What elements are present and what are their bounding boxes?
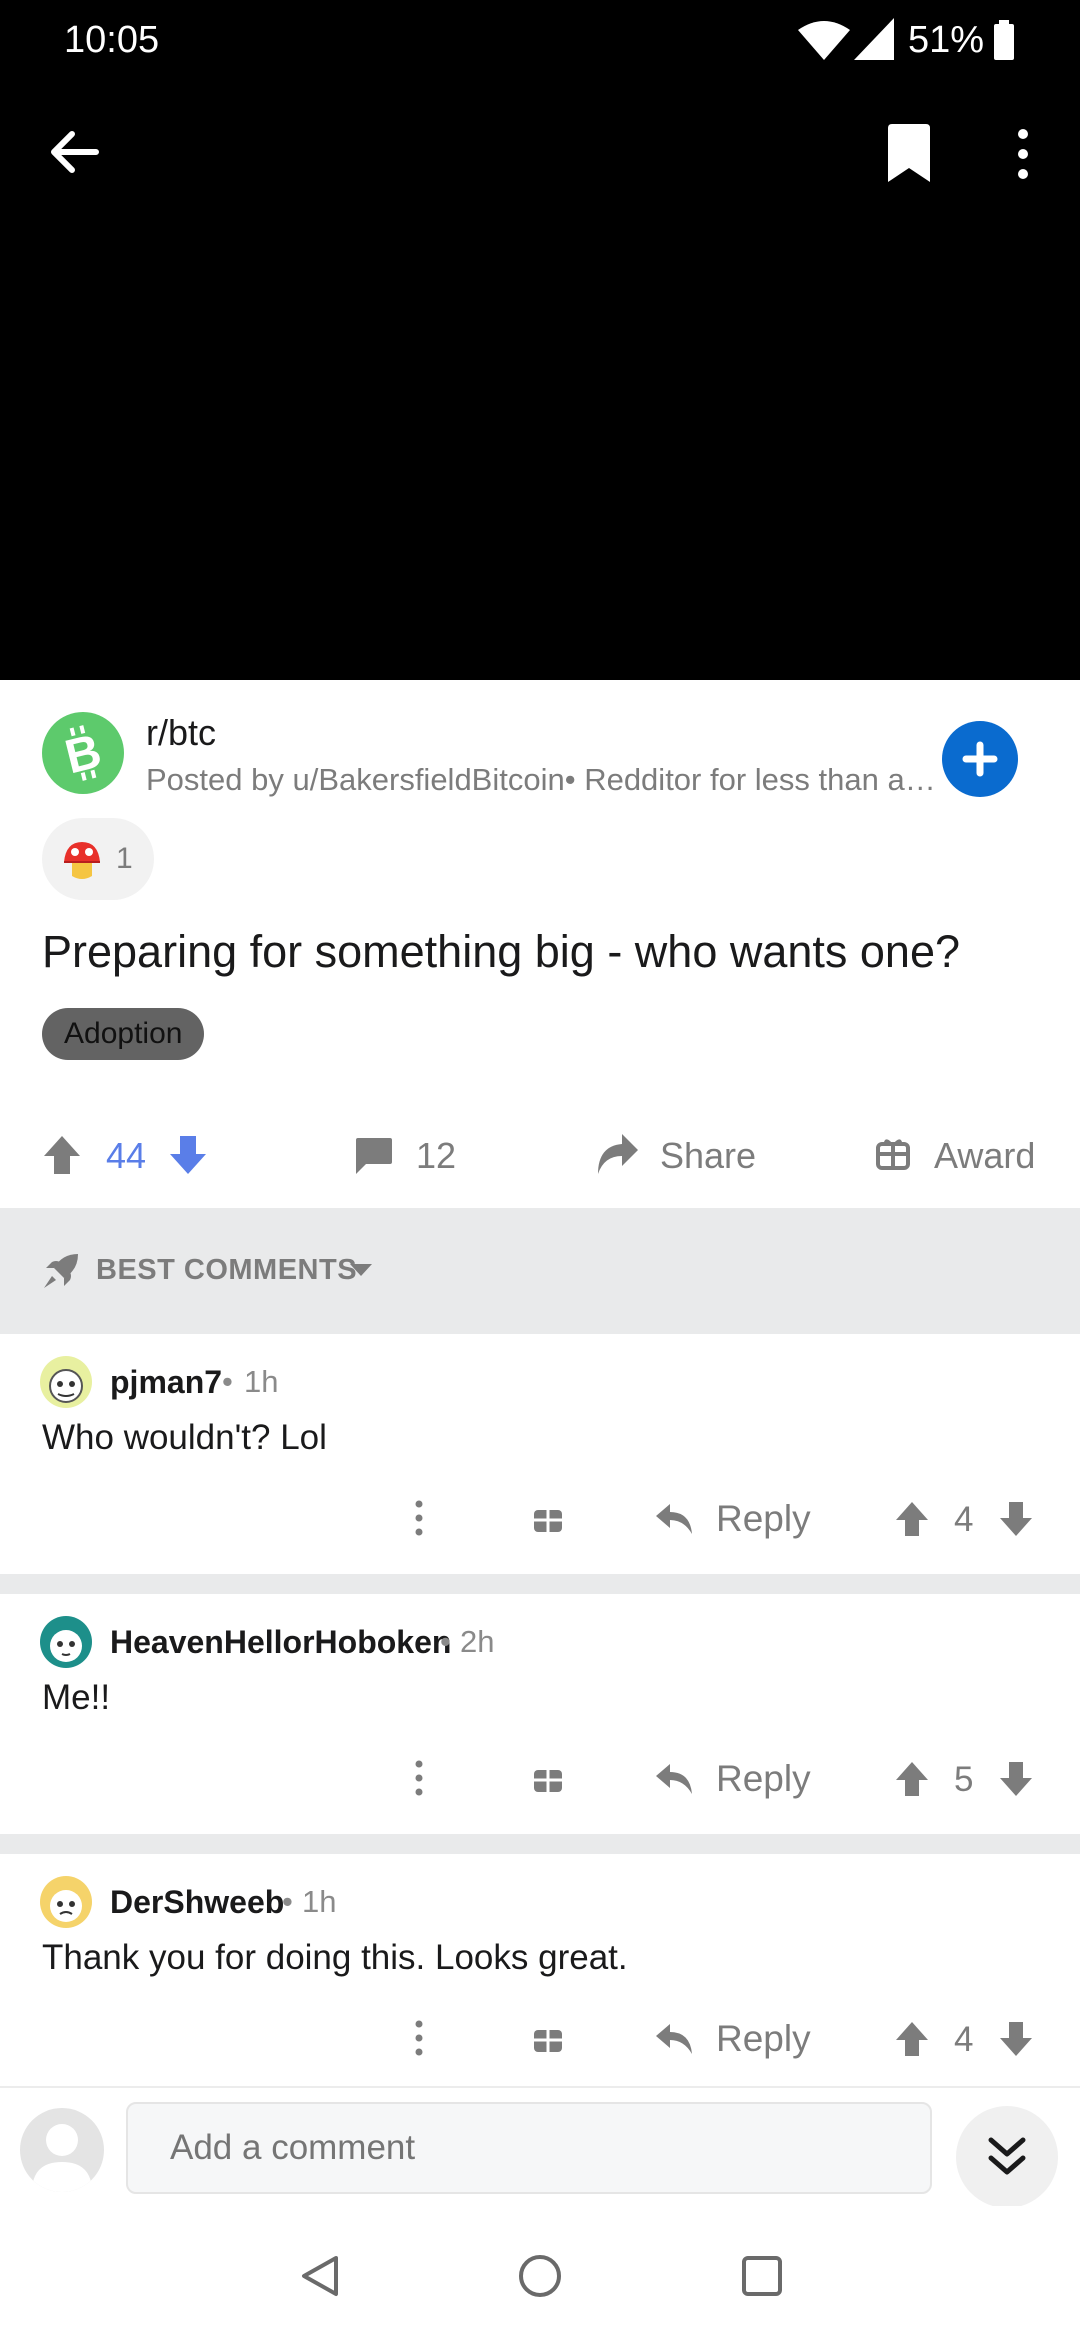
comment-count[interactable]: 12 (416, 1134, 456, 1178)
more-vertical-icon[interactable] (414, 1760, 424, 1796)
reply-button[interactable]: Reply (716, 2018, 811, 2060)
signal-icon (854, 18, 894, 60)
user-avatar[interactable] (20, 2108, 104, 2192)
comment-username[interactable]: DerShweeb (110, 1884, 284, 1921)
downvote-icon[interactable] (998, 1760, 1034, 1798)
more-vertical-icon[interactable] (414, 1500, 424, 1536)
battery-percent: 51% (908, 19, 985, 61)
battery-icon (992, 20, 1016, 60)
upvote-icon[interactable] (894, 2020, 930, 2058)
share-button[interactable]: Share (660, 1134, 756, 1178)
mushroom-award-icon (64, 842, 100, 879)
comment-avatar[interactable] (40, 1616, 92, 1668)
comment-score: 4 (954, 2020, 974, 2059)
gift-icon[interactable] (532, 1762, 564, 1794)
comment-avatar[interactable] (40, 1356, 92, 1408)
more-vertical-icon[interactable] (1012, 128, 1034, 180)
award-chip[interactable] (42, 818, 154, 900)
upvote-icon[interactable] (894, 1500, 930, 1538)
comment-divider (0, 1834, 1080, 1854)
upvote-icon[interactable] (894, 1760, 930, 1798)
nav-home-icon[interactable] (518, 2254, 562, 2298)
status-time: 10:05 (64, 19, 160, 61)
jump-to-next-button[interactable] (956, 2106, 1058, 2208)
double-chevron-down-icon (988, 2137, 1026, 2175)
rocket-icon (42, 1252, 80, 1290)
comment-time: 1h (244, 1364, 279, 1399)
comment-body: Who wouldn't? Lol (42, 1418, 327, 1457)
wifi-icon (798, 20, 850, 60)
comment-score: 5 (954, 1760, 974, 1799)
reply-button[interactable]: Reply (716, 1758, 811, 1800)
reply-button[interactable]: Reply (716, 1498, 811, 1540)
comment-username[interactable]: pjman7 (110, 1364, 222, 1401)
comment-time: 2h (460, 1624, 495, 1659)
reply-icon[interactable] (654, 2022, 694, 2056)
vote-count: 44 (106, 1135, 147, 1176)
caret-down-icon[interactable] (350, 1264, 372, 1278)
join-subreddit-button[interactable] (942, 721, 1018, 797)
comment-input[interactable] (126, 2102, 932, 2194)
comment-avatar[interactable] (40, 1876, 92, 1928)
comment-divider (0, 1574, 1080, 1594)
reply-icon[interactable] (654, 1762, 694, 1796)
bookmark-icon[interactable] (886, 124, 932, 182)
comment-time-separator: • (222, 1364, 233, 1399)
post-title: Preparing for something big - who wants … (42, 926, 961, 977)
posted-by-text[interactable]: Posted by u/BakersfieldBitcoin• Redditor… (146, 762, 936, 798)
comment-time-separator: • (440, 1624, 451, 1659)
award-button[interactable]: Award (934, 1134, 1035, 1178)
gift-icon[interactable] (532, 1502, 564, 1534)
comment-username[interactable]: HeavenHellorHoboken (110, 1624, 451, 1661)
downvote-icon[interactable] (168, 1134, 208, 1176)
media-area[interactable] (0, 0, 1080, 680)
gift-icon[interactable] (532, 2022, 564, 2054)
sort-label[interactable]: BEST COMMENTS (96, 1254, 357, 1287)
person-icon (32, 2124, 92, 2192)
comment-icon[interactable] (354, 1136, 394, 1176)
nav-recents-icon[interactable] (742, 2256, 782, 2296)
share-icon[interactable] (594, 1132, 640, 1176)
bitcoin-cash-icon[interactable]: B (42, 712, 124, 794)
downvote-icon[interactable] (998, 2020, 1034, 2058)
award-count: 1 (116, 842, 133, 875)
subreddit-name[interactable]: r/btc (146, 712, 216, 754)
more-vertical-icon[interactable] (414, 2020, 424, 2056)
upvote-icon[interactable] (42, 1134, 82, 1176)
post-flair[interactable]: Adoption (42, 1008, 205, 1060)
downvote-icon[interactable] (998, 1500, 1034, 1538)
comment-time-separator: • (282, 1884, 293, 1919)
comment-score: 4 (954, 1500, 974, 1539)
comment-time: 1h (302, 1884, 337, 1919)
comment-body: Me!! (42, 1678, 111, 1717)
nav-back-icon[interactable] (300, 2254, 340, 2298)
comment-body: Thank you for doing this. Looks great. (42, 1938, 628, 1977)
reply-icon[interactable] (654, 1502, 694, 1536)
plus-icon (962, 741, 998, 777)
arrow-left-icon[interactable] (46, 124, 102, 180)
gift-icon[interactable] (876, 1136, 910, 1170)
